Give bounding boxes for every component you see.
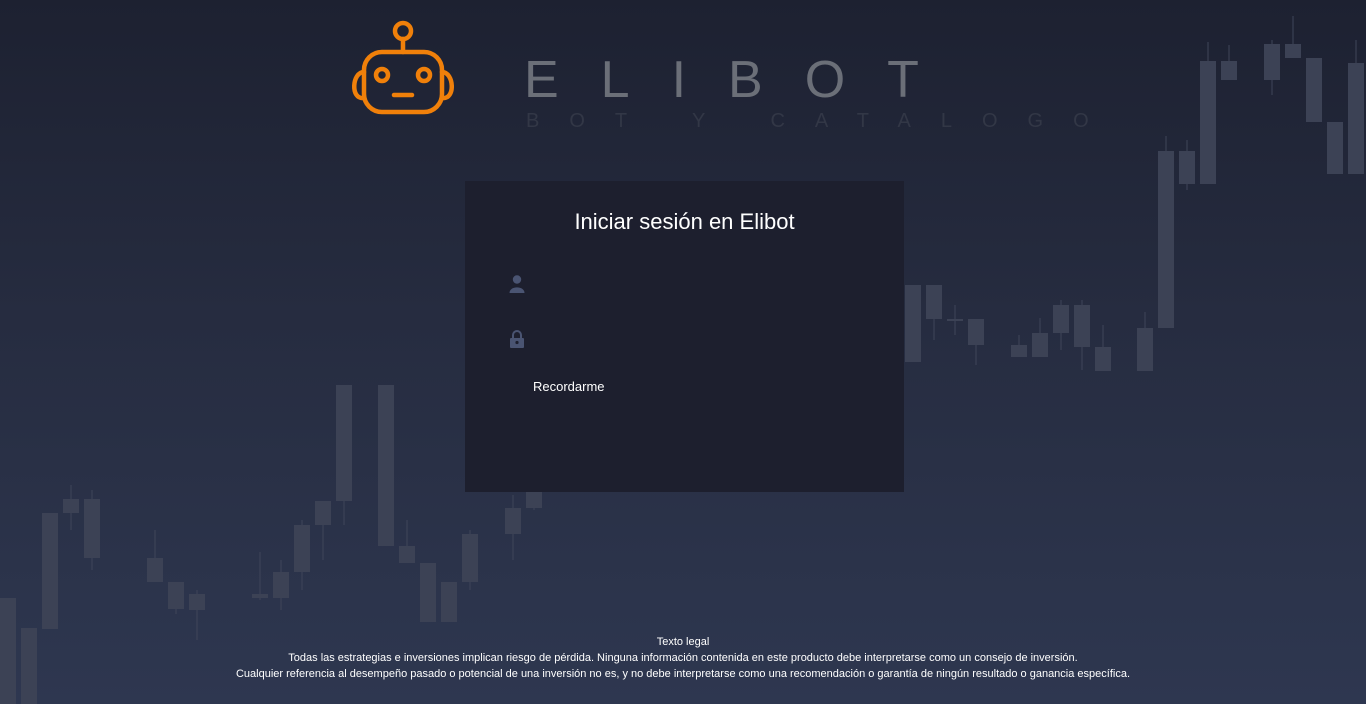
- candle-body: [1179, 151, 1195, 184]
- candle-body: [1327, 122, 1343, 174]
- candle-body: [1011, 345, 1027, 357]
- candle-body: [273, 572, 289, 598]
- candle-body: [1137, 328, 1153, 371]
- candle-body: [1095, 347, 1111, 371]
- legal-line-1: Todas las estrategias e inversiones impl…: [288, 652, 1078, 664]
- legal-line-2: Cualquier referencia al desempeño pasado…: [235, 668, 1131, 680]
- candle-body: [926, 285, 942, 319]
- candle-body: [1306, 58, 1322, 122]
- candle-body: [189, 594, 205, 610]
- password-input[interactable]: [535, 324, 855, 354]
- candle-body: [147, 558, 163, 582]
- candle-body: [168, 582, 184, 609]
- candle-body: [1053, 305, 1069, 333]
- candle-body: [42, 513, 58, 629]
- candle-body: [336, 385, 352, 501]
- candle-body: [441, 582, 457, 622]
- legal-notice: Texto legal Todas las estrategias e inve…: [0, 634, 1366, 682]
- candle-body: [420, 563, 436, 622]
- candle-body: [84, 499, 100, 558]
- candle-body: [1158, 151, 1174, 328]
- remember-me-label[interactable]: Recordarme: [533, 379, 605, 394]
- candle-body: [505, 508, 521, 534]
- candle-body: [1285, 44, 1301, 58]
- brand-logo: ELIBOT BOT Y CATALOGO: [340, 18, 1089, 138]
- lock-icon: [510, 330, 524, 348]
- username-field-row: [505, 269, 865, 299]
- login-title: Iniciar sesión en Elibot: [574, 209, 795, 234]
- candle-body: [1032, 333, 1048, 357]
- candle-body: [947, 319, 963, 321]
- candle-body: [378, 385, 394, 546]
- candle-body: [399, 546, 415, 563]
- candle-body: [1264, 44, 1280, 80]
- login-panel: Iniciar sesión en Elibot Recordarme: [465, 181, 904, 492]
- legal-heading: Texto legal: [656, 636, 710, 648]
- candle-body: [1200, 61, 1216, 184]
- candle-body: [1221, 61, 1237, 80]
- username-input[interactable]: [535, 269, 855, 299]
- candle-body: [462, 534, 478, 582]
- candle-body: [252, 594, 268, 598]
- candle-body: [63, 499, 79, 513]
- candle-body: [315, 501, 331, 525]
- candle-body: [905, 285, 921, 362]
- brand-name: ELIBOT: [524, 51, 961, 109]
- candle-body: [526, 492, 542, 508]
- brand-tagline: BOT Y CATALOGO: [526, 110, 1119, 132]
- password-field-row: [505, 324, 865, 354]
- robot-icon: [352, 20, 454, 115]
- candle-body: [1074, 305, 1090, 347]
- candle-body: [1348, 63, 1364, 174]
- user-icon: [509, 275, 525, 293]
- candle-body: [968, 319, 984, 345]
- candle-body: [294, 525, 310, 572]
